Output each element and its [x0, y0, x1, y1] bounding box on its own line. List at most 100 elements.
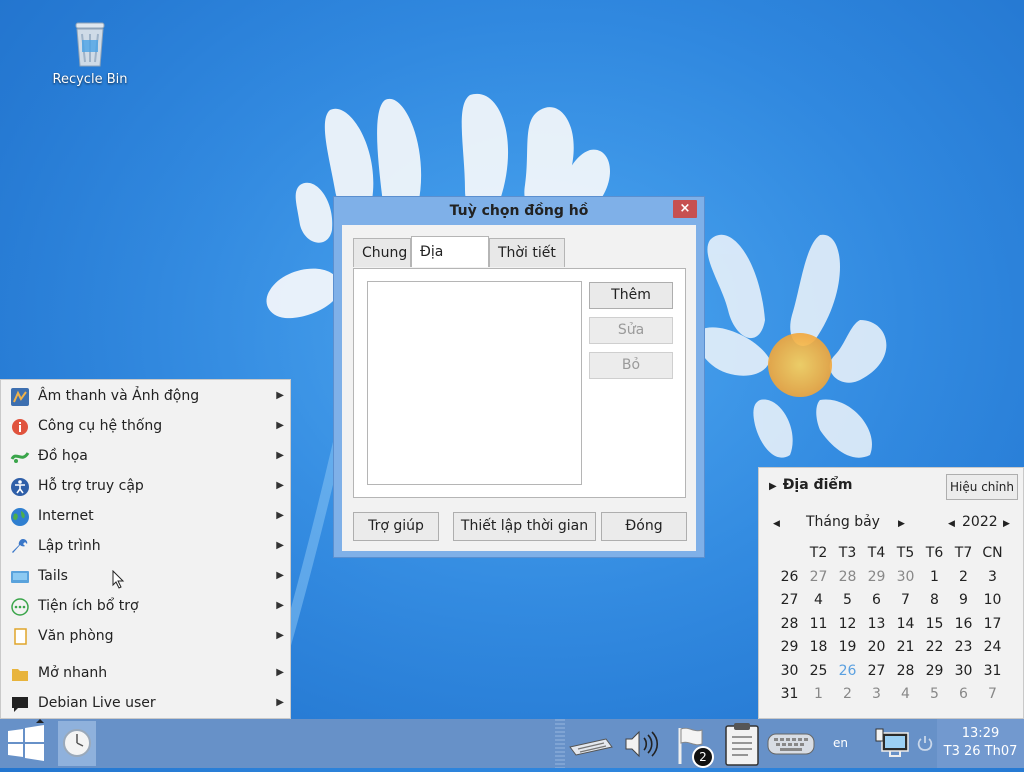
- language-indicator[interactable]: en: [833, 736, 848, 750]
- calendar-day[interactable]: 4: [804, 589, 833, 612]
- calendar-day[interactable]: 24: [978, 636, 1007, 659]
- calendar-day[interactable]: 26: [833, 660, 862, 683]
- tab-locations[interactable]: Địa điểm: [411, 236, 489, 291]
- prev-month-arrow-icon[interactable]: ◀: [773, 514, 780, 530]
- menu-item-quick-open[interactable]: Mở nhanh ▶: [1, 658, 290, 688]
- edit-location-button[interactable]: Sửa: [589, 317, 673, 344]
- calendar-day[interactable]: 30: [949, 660, 978, 683]
- dialog-titlebar[interactable]: Tuỳ chọn đồng hồ ×: [334, 197, 704, 225]
- menu-item-office[interactable]: Văn phòng ▶: [1, 621, 290, 651]
- add-location-button[interactable]: Thêm: [589, 282, 673, 309]
- submenu-arrow-icon: ▶: [276, 667, 284, 678]
- calendar-day[interactable]: 28: [891, 660, 920, 683]
- locations-expander[interactable]: ▶ Địa điểm: [769, 477, 852, 493]
- close-button[interactable]: Đóng: [601, 512, 687, 541]
- keyboard-icon[interactable]: [566, 729, 614, 759]
- taskbar-clock[interactable]: 13:29 T3 26 Th07: [937, 719, 1024, 768]
- next-month-arrow-icon[interactable]: ▶: [898, 514, 905, 530]
- calendar-day[interactable]: 5: [920, 683, 949, 706]
- menu-item-internet[interactable]: Internet ▶: [1, 501, 290, 531]
- virtual-keyboard-icon[interactable]: [766, 731, 816, 757]
- calendar-day[interactable]: 29: [920, 660, 949, 683]
- calendar-day[interactable]: 6: [949, 683, 978, 706]
- remove-location-button[interactable]: Bỏ: [589, 352, 673, 379]
- calendar-day[interactable]: 28: [833, 566, 862, 589]
- network-icon[interactable]: [874, 727, 910, 761]
- multimedia-icon: [11, 388, 29, 406]
- power-icon[interactable]: [916, 735, 934, 753]
- locations-list[interactable]: [367, 281, 582, 485]
- tab-weather[interactable]: Thời tiết: [489, 238, 565, 267]
- menu-item-graphics[interactable]: Đồ họa ▶: [1, 441, 290, 471]
- calendar-day[interactable]: 13: [862, 613, 891, 636]
- taskbar-clock-app[interactable]: [58, 721, 96, 766]
- help-button[interactable]: Trợ giúp: [353, 512, 439, 541]
- calendar-day[interactable]: 15: [920, 613, 949, 636]
- menu-item-system-tools[interactable]: Công cụ hệ thống ▶: [1, 411, 290, 441]
- calendar-day[interactable]: 16: [949, 613, 978, 636]
- calendar-day[interactable]: 31: [978, 660, 1007, 683]
- windows-logo-icon: [8, 725, 44, 761]
- prev-year-arrow-icon[interactable]: ◀: [948, 514, 955, 530]
- calendar-popup: ▶ Địa điểm Hiệu chỉnh ◀ Tháng bảy ▶ ◀ 202…: [758, 467, 1024, 719]
- submenu-arrow-icon: ▶: [276, 390, 284, 401]
- wrench-icon: [12, 539, 28, 553]
- start-button[interactable]: [0, 719, 54, 768]
- volume-icon[interactable]: [622, 727, 660, 761]
- calendar-day[interactable]: 30: [891, 566, 920, 589]
- submenu-arrow-icon: ▶: [276, 697, 284, 708]
- next-year-arrow-icon[interactable]: ▶: [1003, 514, 1010, 530]
- calendar-edit-button[interactable]: Hiệu chỉnh: [946, 474, 1018, 500]
- week-number: 28: [780, 615, 799, 632]
- set-time-button[interactable]: Thiết lập thời gian: [453, 512, 596, 541]
- globe-icon: [11, 508, 29, 526]
- calendar-day[interactable]: 29: [862, 566, 891, 589]
- weekday-header: T2: [809, 545, 828, 561]
- calendar-day[interactable]: 27: [862, 660, 891, 683]
- menu-item-accessibility[interactable]: Hỗ trợ truy cập ▶: [1, 471, 290, 501]
- calendar-day[interactable]: 20: [862, 636, 891, 659]
- clock-options-dialog: Tuỳ chọn đồng hồ × Chung Địa điểm Thời t…: [333, 196, 705, 558]
- calendar-day[interactable]: 17: [978, 613, 1007, 636]
- menu-item-programming[interactable]: Lập trình ▶: [1, 531, 290, 561]
- calendar-day[interactable]: 14: [891, 613, 920, 636]
- calendar-day[interactable]: 23: [949, 636, 978, 659]
- menu-item-accessories[interactable]: Tiện ích bổ trợ ▶: [1, 591, 290, 621]
- recycle-bin-desktop-icon[interactable]: Recycle Bin: [48, 20, 132, 87]
- calendar-day[interactable]: 21: [891, 636, 920, 659]
- calendar-day[interactable]: 9: [949, 589, 978, 612]
- calendar-day[interactable]: 1: [804, 683, 833, 706]
- calendar-day[interactable]: 18: [804, 636, 833, 659]
- calendar-day[interactable]: 2: [949, 566, 978, 589]
- weekday-header: CN: [982, 545, 1003, 561]
- menu-item-tails[interactable]: Tails ▶: [1, 561, 290, 591]
- calendar-day[interactable]: 25: [804, 660, 833, 683]
- calendar-day[interactable]: 2: [833, 683, 862, 706]
- calendar-day[interactable]: 11: [804, 613, 833, 636]
- dialog-body: Chung Địa điểm Thời tiết Thêm Sửa Bỏ Trợ…: [342, 225, 696, 551]
- calendar-day[interactable]: 19: [833, 636, 862, 659]
- calendar-day[interactable]: 8: [920, 589, 949, 612]
- dialog-close-button[interactable]: ×: [673, 200, 697, 218]
- clipboard-icon[interactable]: [722, 721, 762, 767]
- notification-flag-button[interactable]: 2: [674, 724, 718, 768]
- calendar-day[interactable]: 27: [804, 566, 833, 589]
- dialog-title: Tuỳ chọn đồng hồ: [449, 203, 589, 219]
- tab-general[interactable]: Chung: [353, 238, 411, 267]
- calendar-day[interactable]: 10: [978, 589, 1007, 612]
- calendar-day[interactable]: 4: [891, 683, 920, 706]
- calendar-day[interactable]: 7: [978, 683, 1007, 706]
- calendar-day[interactable]: 3: [862, 683, 891, 706]
- calendar-day[interactable]: 1: [920, 566, 949, 589]
- menu-item-multimedia[interactable]: Âm thanh và Ảnh động ▶: [1, 381, 290, 411]
- submenu-arrow-icon: ▶: [276, 630, 284, 641]
- calendar-day[interactable]: 6: [862, 589, 891, 612]
- week-number: 31: [780, 686, 799, 702]
- calendar-day[interactable]: 22: [920, 636, 949, 659]
- clock-time: 13:29: [961, 726, 1000, 741]
- calendar-day[interactable]: 12: [833, 613, 862, 636]
- menu-item-live-user[interactable]: Debian Live user ▶: [1, 688, 290, 718]
- calendar-day[interactable]: 7: [891, 589, 920, 612]
- calendar-day[interactable]: 3: [978, 566, 1007, 589]
- calendar-day[interactable]: 5: [833, 589, 862, 612]
